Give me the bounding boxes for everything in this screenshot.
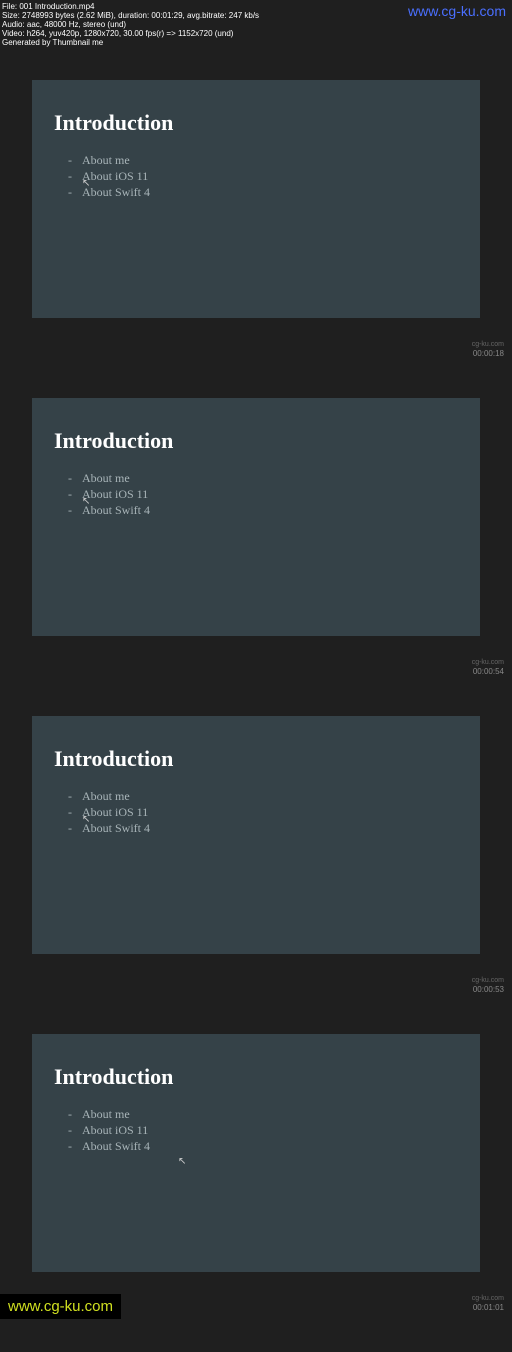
meta-video: Video: h264, yuv420p, 1280x720, 30.00 fp… (2, 29, 259, 38)
timestamp-label: 00:01:01 (473, 1303, 504, 1312)
slide-bullets: About me About iOS 11 About Swift 4 (54, 470, 458, 518)
thumbnail-wrapper: Introduction About me About iOS 11 About… (0, 398, 512, 636)
slide-title: Introduction (54, 746, 458, 772)
list-item: About Swift 4 (68, 1138, 458, 1154)
meta-file: File: 001 Introduction.mp4 (2, 2, 259, 11)
list-item: About me (68, 788, 458, 804)
cursor-icon: ↖ (178, 1156, 186, 1167)
video-thumbnail: Introduction About me About iOS 11 About… (32, 1034, 480, 1272)
timestamp-label: 00:00:18 (473, 349, 504, 358)
file-metadata-header: File: 001 Introduction.mp4 Size: 2748993… (2, 2, 259, 47)
list-item: About iOS 11 (68, 804, 458, 820)
video-thumbnail: Introduction About me About iOS 11 About… (32, 716, 480, 954)
meta-audio: Audio: aac, 48000 Hz, stereo (und) (2, 20, 259, 29)
list-item: About me (68, 470, 458, 486)
list-item: About me (68, 1106, 458, 1122)
small-watermark: cg-ku.com (472, 341, 504, 348)
thumbnail-wrapper: Introduction About me About iOS 11 About… (0, 80, 512, 318)
timestamp-label: 00:00:54 (473, 667, 504, 676)
list-item: About Swift 4 (68, 820, 458, 836)
list-item: About iOS 11 (68, 1122, 458, 1138)
list-item: About me (68, 152, 458, 168)
watermark-top: www.cg-ku.com (408, 3, 506, 19)
meta-generator: Generated by Thumbnail me (2, 38, 259, 47)
video-thumbnail: Introduction About me About iOS 11 About… (32, 398, 480, 636)
small-watermark: cg-ku.com (472, 659, 504, 666)
video-thumbnail: Introduction About me About iOS 11 About… (32, 80, 480, 318)
slide-bullets: About me About iOS 11 About Swift 4 (54, 1106, 458, 1154)
thumbnail-wrapper: Introduction About me About iOS 11 About… (0, 1034, 512, 1272)
thumbnails-grid: Introduction About me About iOS 11 About… (0, 80, 512, 1352)
bottom-bar: www.cg-ku.com (0, 1291, 121, 1321)
list-item: About iOS 11 (68, 486, 458, 502)
slide-title: Introduction (54, 428, 458, 454)
slide-bullets: About me About iOS 11 About Swift 4 (54, 788, 458, 836)
bottom-watermark: www.cg-ku.com (0, 1294, 121, 1319)
list-item: About Swift 4 (68, 184, 458, 200)
slide-title: Introduction (54, 110, 458, 136)
slide-bullets: About me About iOS 11 About Swift 4 (54, 152, 458, 200)
list-item: About Swift 4 (68, 502, 458, 518)
small-watermark: cg-ku.com (472, 977, 504, 984)
list-item: About iOS 11 (68, 168, 458, 184)
slide-title: Introduction (54, 1064, 458, 1090)
thumbnail-wrapper: Introduction About me About iOS 11 About… (0, 716, 512, 954)
small-watermark: cg-ku.com (472, 1295, 504, 1302)
timestamp-label: 00:00:53 (473, 985, 504, 994)
meta-size: Size: 2748993 bytes (2.62 MiB), duration… (2, 11, 259, 20)
